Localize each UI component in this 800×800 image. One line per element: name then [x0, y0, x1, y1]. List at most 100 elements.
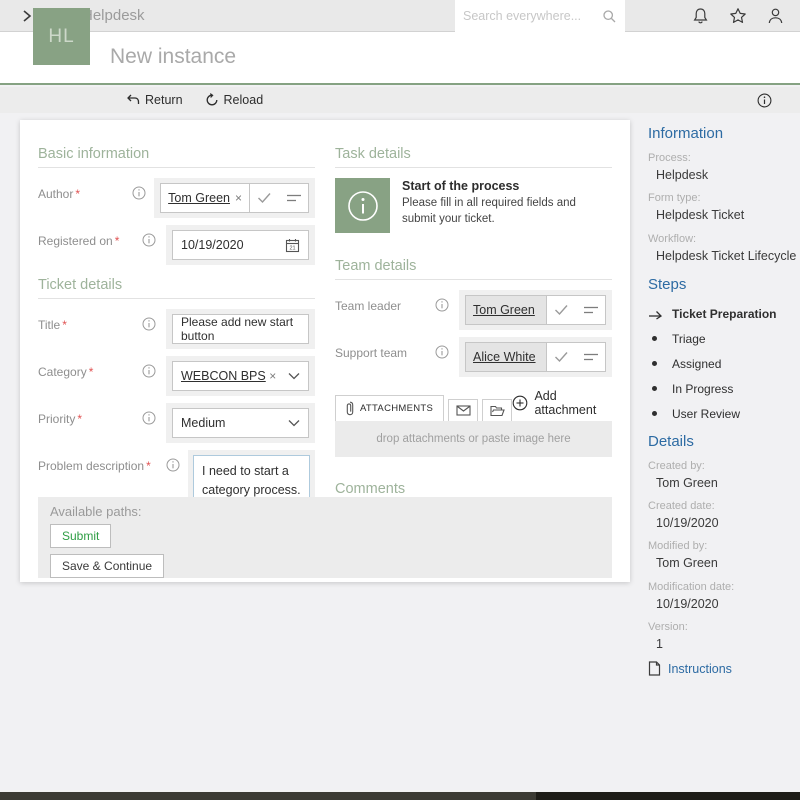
required-mark: * [62, 318, 67, 332]
calendar-icon[interactable]: 21 [285, 238, 300, 253]
tab-attachment-folders[interactable] [482, 399, 512, 421]
sidebar-heading-information: Information [648, 125, 798, 142]
required-mark: * [75, 187, 80, 201]
instructions-link[interactable]: Instructions [648, 661, 798, 676]
problem-description-value: I need to start a category process. [202, 464, 301, 497]
remove-category-icon[interactable]: × [269, 369, 276, 383]
sidebar-heading-steps: Steps [648, 276, 798, 293]
step-bullet [652, 411, 657, 416]
category-value: WEBCON BPS [181, 369, 266, 383]
check-icon[interactable] [547, 296, 576, 324]
detail-item-modified-by: Modified by: Tom Green [648, 540, 798, 571]
info-icon[interactable] [132, 178, 154, 200]
detail-item-created-by: Created by: Tom Green [648, 460, 798, 491]
step-bullet [652, 386, 657, 391]
chevron-right-icon[interactable] [20, 9, 34, 23]
step-in-progress[interactable]: In Progress [648, 382, 798, 396]
section-heading-ticket-details: Ticket details [38, 277, 315, 299]
info-icon[interactable] [142, 403, 166, 425]
picker-list-icon[interactable] [279, 184, 308, 212]
check-icon[interactable] [547, 343, 576, 371]
instance-header: New instance [0, 32, 800, 85]
svg-text:21: 21 [289, 245, 295, 251]
info-icon[interactable] [142, 356, 166, 378]
info-icon[interactable] [435, 337, 459, 359]
current-step-arrow-icon [648, 308, 672, 320]
detail-item-created-date: Created date: 10/19/2020 [648, 500, 798, 531]
chevron-down-icon[interactable] [288, 372, 300, 380]
instructions-icon [648, 661, 661, 676]
info-icon[interactable] [142, 309, 166, 331]
user-profile-icon[interactable] [767, 7, 784, 25]
author-picker: Tom Green × [160, 183, 309, 213]
team-leader-field-row: Team leader Tom Green [335, 290, 612, 330]
favorites-star-icon[interactable] [729, 7, 747, 25]
task-description: Please fill in all required fields and s… [402, 195, 612, 227]
author-label: Author [38, 187, 73, 201]
top-bar: Helpdesk [0, 0, 800, 32]
detail-item-version: Version: 1 [648, 621, 798, 652]
category-field-row: Category* WEBCON BPS × [38, 356, 315, 396]
required-mark: * [89, 365, 94, 379]
problem-description-label: Problem description [38, 459, 144, 473]
step-user-review[interactable]: User Review [648, 407, 798, 421]
priority-label: Priority [38, 412, 75, 426]
step-triage[interactable]: Triage [648, 332, 798, 346]
priority-field-row: Priority* Medium [38, 403, 315, 443]
info-icon[interactable] [435, 290, 459, 312]
add-attachment-button[interactable]: Add attachment [512, 389, 612, 421]
bottom-taskbar-edge [0, 792, 800, 800]
steps-list: Ticket Preparation Triage Assigned In Pr… [648, 307, 798, 421]
check-icon[interactable] [250, 184, 279, 212]
reload-button[interactable]: Reload [205, 93, 264, 107]
tab-email-attachments[interactable] [448, 399, 478, 421]
info-icon[interactable] [166, 450, 188, 472]
toolbar: Return Reload [0, 87, 800, 113]
title-input[interactable]: Please add new start button [172, 314, 309, 344]
paperclip-icon [346, 401, 354, 416]
task-info-panel: Start of the process Please fill in all … [335, 178, 612, 233]
tab-attachments[interactable]: ATTACHMENTS [335, 395, 444, 421]
priority-select[interactable]: Medium [172, 408, 309, 438]
return-button[interactable]: Return [126, 93, 183, 107]
info-sidebar: Information Process: Helpdesk Form type:… [648, 125, 798, 676]
step-assigned[interactable]: Assigned [648, 357, 798, 371]
picker-list-icon[interactable] [576, 343, 605, 371]
detail-item-modification-date: Modification date: 10/19/2020 [648, 581, 798, 612]
step-ticket-preparation[interactable]: Ticket Preparation [648, 307, 798, 321]
task-title: Start of the process [402, 179, 612, 193]
required-mark: * [115, 234, 120, 248]
info-icon[interactable] [142, 225, 166, 247]
title-label: Title [38, 318, 60, 332]
required-mark: * [146, 459, 151, 473]
form-info-icon[interactable] [757, 93, 772, 108]
attachments-dropzone[interactable]: drop attachments or paste image here [335, 421, 612, 457]
author-value: Tom Green [168, 191, 230, 205]
registered-on-field-row: Registered on* 10/19/2020 21 [38, 225, 315, 265]
support-team-picker: Alice White [465, 342, 606, 372]
reload-icon [205, 93, 219, 107]
submit-path-button[interactable]: Submit [50, 524, 111, 548]
chevron-down-icon[interactable] [288, 419, 300, 427]
info-item-form-type: Form type: Helpdesk Ticket [648, 192, 798, 223]
category-label: Category [38, 365, 87, 379]
section-heading-basic-information: Basic information [38, 146, 315, 168]
search-box[interactable] [455, 0, 625, 32]
add-attachment-icon [512, 395, 528, 411]
info-item-workflow: Workflow: Helpdesk Ticket Lifecycle [648, 233, 798, 264]
category-select[interactable]: WEBCON BPS × [172, 361, 309, 391]
registered-on-date-input[interactable]: 10/19/2020 21 [172, 230, 309, 260]
support-team-field-row: Support team Alice White [335, 337, 612, 377]
step-bullet [652, 336, 657, 341]
attachments-tab-bar: ATTACHMENTS Add attachment [335, 389, 612, 421]
required-mark: * [77, 412, 82, 426]
team-leader-label: Team leader [335, 290, 435, 314]
search-input[interactable] [463, 9, 602, 23]
info-item-process: Process: Helpdesk [648, 152, 798, 183]
picker-list-icon[interactable] [576, 296, 605, 324]
notifications-bell-icon[interactable] [692, 7, 709, 25]
save-continue-path-button[interactable]: Save & Continue [50, 554, 164, 578]
search-icon[interactable] [602, 9, 617, 24]
registered-on-value: 10/19/2020 [181, 238, 285, 252]
remove-author-icon[interactable]: × [235, 191, 242, 205]
